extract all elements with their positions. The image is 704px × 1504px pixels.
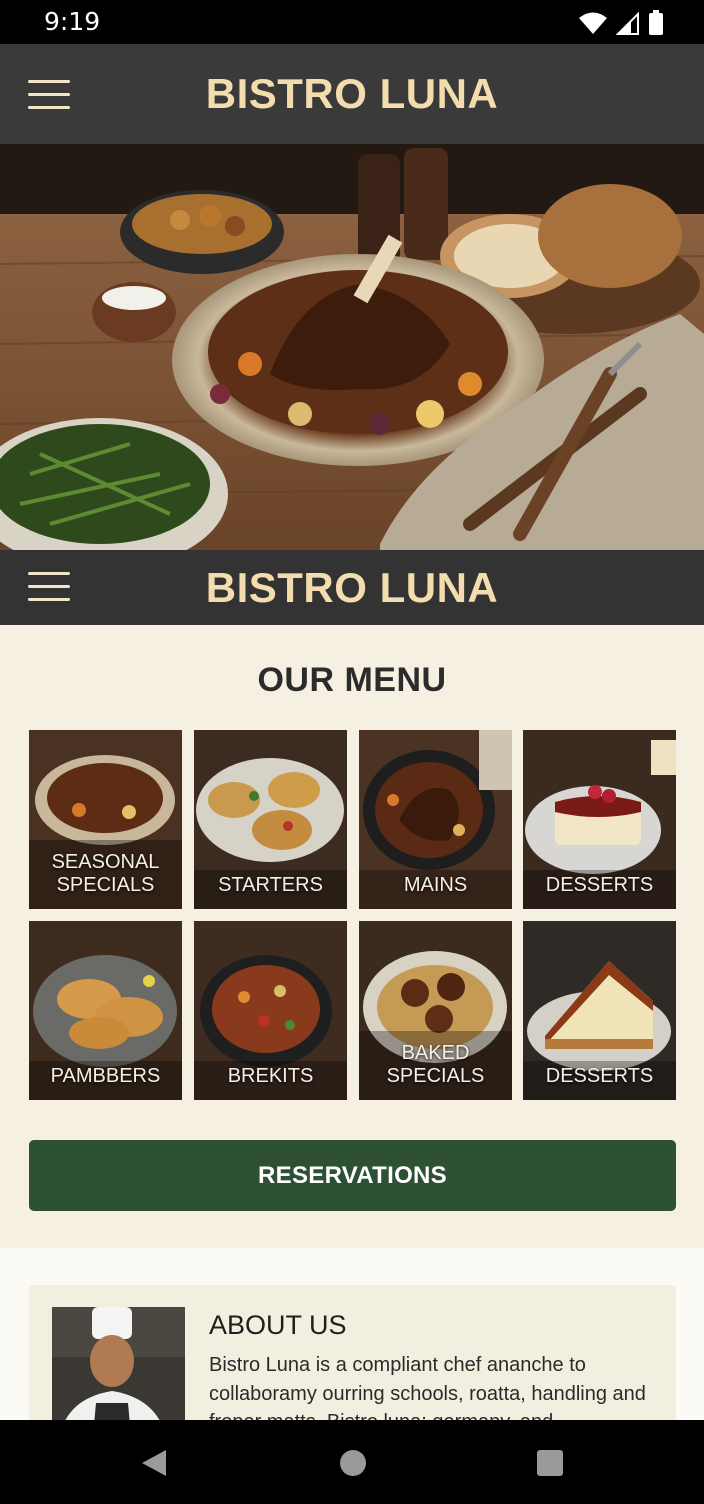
system-nav-bar <box>0 1420 704 1504</box>
top-app-bar: BISTRO LUNA <box>0 44 704 144</box>
status-icons <box>578 10 664 36</box>
cell-signal-icon <box>616 11 639 35</box>
tile-label: DESSERTS <box>545 1065 654 1087</box>
menu-tile-baked-specials[interactable]: BAKED SPECIALS <box>359 921 512 1100</box>
menu-tile-desserts[interactable]: DESSERTS <box>523 730 676 909</box>
tile-label: MAINS <box>403 874 468 896</box>
app-title: BISTRO LUNA <box>205 70 499 117</box>
menu-tile-mains[interactable]: MAINS <box>359 730 512 909</box>
home-icon[interactable] <box>339 1448 367 1478</box>
menu-tile-desserts-2[interactable]: DESSERTS <box>523 921 676 1100</box>
about-title: ABOUT US <box>209 1310 347 1340</box>
battery-icon <box>649 10 663 35</box>
tile-label: STARTERS <box>218 874 323 896</box>
hero-image <box>0 144 704 550</box>
status-bar: 9:19 <box>0 0 704 44</box>
about-card: ABOUT US Bistro Luna is a compliant chef… <box>29 1285 676 1420</box>
menu-tile-brekits[interactable]: BREKITS <box>194 921 347 1100</box>
sticky-app-bar: BISTRO LUNA <box>0 550 704 625</box>
back-icon[interactable] <box>140 1448 168 1478</box>
reservations-button[interactable]: RESERVATIONS <box>29 1140 676 1211</box>
menu-tile-pambbers[interactable]: PAMBBERS <box>29 921 182 1100</box>
tile-label: DESSERTS <box>545 874 654 896</box>
about-section: ABOUT US Bistro Luna is a compliant chef… <box>0 1248 704 1420</box>
wifi-icon <box>579 12 607 34</box>
menu-tile-starters[interactable]: STARTERS <box>194 730 347 909</box>
menu-section: OUR MENU SEASONAL SPECIALS STARTERS MAIN… <box>0 625 704 1248</box>
chef-photo <box>52 1307 185 1420</box>
app-title: BISTRO LUNA <box>205 564 499 611</box>
menu-heading: OUR MENU <box>257 661 447 699</box>
about-text: Bistro Luna is a compliant chef ananche … <box>209 1354 646 1420</box>
tile-label: BAKED SPECIALS <box>386 1042 485 1087</box>
tile-label: BREKITS <box>227 1065 314 1087</box>
status-time: 9:19 <box>44 7 101 36</box>
tile-label: PAMBBERS <box>50 1065 161 1087</box>
tile-label: SEASONAL SPECIALS <box>51 851 160 896</box>
menu-tile-seasonal-specials[interactable]: SEASONAL SPECIALS <box>29 730 182 909</box>
recents-icon[interactable] <box>536 1448 564 1478</box>
